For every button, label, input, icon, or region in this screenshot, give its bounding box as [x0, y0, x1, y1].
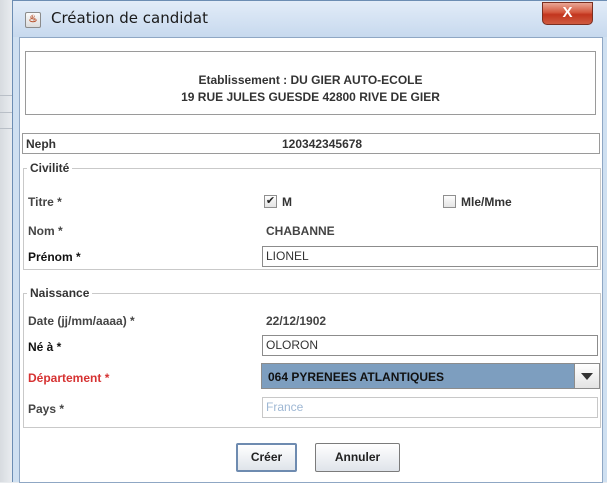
titre-mle-mme-label[interactable]: Mle/Mme: [461, 195, 512, 209]
titre-mle-mme-checkbox[interactable]: [443, 195, 456, 208]
date-naissance-value: 22/12/1902: [266, 314, 327, 328]
neph-row: Neph 120342345678: [22, 133, 600, 154]
title-bar[interactable]: ♨ Création de candidat X: [13, 1, 607, 37]
pays-label: Pays *: [28, 402, 65, 416]
java-cup-icon: ♨: [25, 12, 41, 28]
background-line: [0, 128, 12, 129]
departement-select[interactable]: 064 PYRENEES ATLANTIQUES: [261, 363, 600, 389]
prenom-input[interactable]: LIONEL: [262, 246, 598, 267]
dialog-window: ♨ Création de candidat X Etablissement :…: [12, 0, 607, 483]
establishment-name: Etablissement : DU GIER AUTO-ECOLE: [198, 73, 423, 87]
departement-selected-value: 064 PYRENEES ATLANTIQUES: [268, 370, 445, 384]
titre-m-checkbox[interactable]: ✔: [264, 195, 277, 208]
close-button[interactable]: X: [542, 2, 593, 25]
departement-dropdown-button[interactable]: [574, 364, 599, 388]
create-button[interactable]: Créer: [236, 443, 297, 472]
neph-value: 120342345678: [282, 137, 363, 151]
dialog-content: Etablissement : DU GIER AUTO-ECOLE 19 RU…: [19, 37, 603, 483]
cancel-button[interactable]: Annuler: [315, 443, 400, 472]
establishment-header: Etablissement : DU GIER AUTO-ECOLE 19 RU…: [25, 51, 596, 115]
date-naissance-label: Date (jj/mm/aaaa) *: [28, 314, 135, 328]
nom-value: CHABANNE: [266, 224, 335, 238]
civilite-legend: Civilité: [30, 161, 70, 175]
background-line: [0, 95, 12, 96]
establishment-address: 19 RUE JULES GUESDE 42800 RIVE DE GIER: [181, 90, 440, 104]
departement-label: Département *: [28, 371, 110, 385]
titre-m-label[interactable]: M: [282, 195, 292, 209]
naissance-legend: Naissance: [30, 286, 90, 300]
chevron-down-icon: [581, 373, 593, 380]
pays-input[interactable]: France: [262, 397, 598, 418]
ne-a-label: Né à *: [28, 340, 62, 354]
nom-label: Nom *: [28, 224, 63, 238]
window-title: Création de candidat: [51, 9, 208, 27]
neph-label: Neph: [26, 137, 56, 151]
background-line: [0, 112, 12, 113]
prenom-label: Prénom *: [28, 250, 81, 264]
ne-a-input[interactable]: OLORON: [262, 335, 598, 356]
titre-label: Titre *: [28, 195, 62, 209]
